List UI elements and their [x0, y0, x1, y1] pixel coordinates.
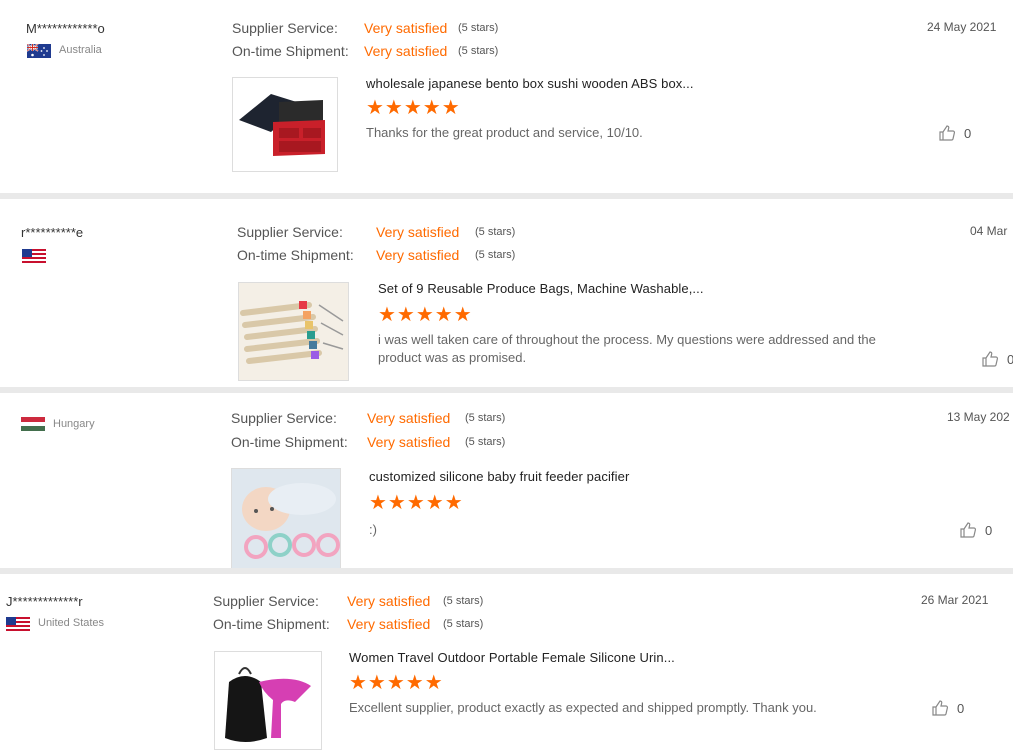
product-image[interactable]	[238, 282, 349, 381]
usa-flag-icon	[22, 249, 46, 263]
reviewer-country: Hungary	[53, 418, 95, 430]
ontime-shipment-label: On-time Shipment:	[232, 43, 349, 59]
product-title-link[interactable]: wholesale japanese bento box sushi woode…	[366, 76, 694, 91]
like-button[interactable]: 0	[931, 699, 964, 717]
review-date: 13 May 202	[947, 410, 1010, 424]
ontime-shipment-stars: (5 stars)	[443, 618, 484, 630]
review-date: 24 May 2021	[927, 20, 997, 34]
product-image[interactable]	[231, 468, 341, 568]
ontime-shipment-stars: (5 stars)	[458, 45, 499, 57]
supplier-service-rating: Very satisfied	[347, 593, 431, 609]
supplier-service-label: Supplier Service:	[237, 224, 343, 240]
ontime-shipment-stars: (5 stars)	[465, 436, 506, 448]
product-title-link[interactable]: customized silicone baby fruit feeder pa…	[369, 469, 629, 484]
product-title-link[interactable]: Women Travel Outdoor Portable Female Sil…	[349, 650, 675, 665]
star-rating: ★★★★★	[369, 492, 464, 514]
review-comment: Thanks for the great product and service…	[366, 125, 643, 140]
thumbs-up-icon	[932, 700, 949, 716]
like-button[interactable]: 0	[959, 521, 992, 539]
thumbs-up-icon	[939, 125, 956, 141]
thumbs-up-icon	[982, 351, 999, 367]
like-count: 0	[957, 700, 965, 716]
supplier-service-label: Supplier Service:	[231, 410, 337, 426]
supplier-service-label: Supplier Service:	[232, 20, 338, 36]
like-count: 0	[985, 522, 993, 538]
supplier-service-stars: (5 stars)	[458, 22, 499, 34]
ontime-shipment-rating: Very satisfied	[364, 43, 448, 59]
review-comment: :)	[369, 522, 377, 537]
review-date: 04 Mar	[970, 224, 1008, 238]
ontime-shipment-stars: (5 stars)	[475, 249, 516, 261]
product-title-link[interactable]: Set of 9 Reusable Produce Bags, Machine …	[378, 281, 704, 296]
reviewer-name: J*************r	[6, 594, 83, 609]
like-count: 0	[964, 125, 972, 141]
thumbs-up-icon	[960, 522, 977, 538]
supplier-service-label: Supplier Service:	[213, 593, 319, 609]
reviewer-name: M************o	[26, 21, 105, 36]
review-date: 26 Mar 2021	[921, 593, 989, 607]
supplier-service-stars: (5 stars)	[443, 595, 484, 607]
ontime-shipment-label: On-time Shipment:	[237, 247, 354, 263]
ontime-shipment-label: On-time Shipment:	[231, 434, 348, 450]
star-rating: ★★★★★	[378, 304, 473, 326]
supplier-service-stars: (5 stars)	[465, 412, 506, 424]
review-card: J*************r United States Supplier S…	[0, 574, 1013, 754]
australia-flag-icon	[27, 44, 51, 58]
product-image[interactable]	[214, 651, 322, 750]
ontime-shipment-rating: Very satisfied	[376, 247, 460, 263]
product-image[interactable]	[232, 77, 338, 172]
reviewer-country: Australia	[59, 44, 102, 56]
usa-flag-icon	[6, 617, 30, 631]
ontime-shipment-rating: Very satisfied	[347, 616, 431, 632]
like-count: 0	[1007, 351, 1013, 367]
review-card: r**********e Supplier Service: Very sati…	[0, 199, 1013, 387]
ontime-shipment-rating: Very satisfied	[367, 434, 451, 450]
reviewer-country: United States	[38, 617, 105, 629]
ontime-shipment-label: On-time Shipment:	[213, 616, 330, 632]
hungary-flag-icon	[21, 417, 45, 431]
supplier-service-rating: Very satisfied	[367, 410, 451, 426]
supplier-service-stars: (5 stars)	[475, 226, 516, 238]
supplier-service-rating: Very satisfied	[364, 20, 448, 36]
like-button[interactable]: 0	[981, 350, 1013, 368]
star-rating: ★★★★★	[366, 97, 461, 119]
supplier-service-rating: Very satisfied	[376, 224, 460, 240]
reviewer-name: r**********e	[21, 225, 84, 240]
star-rating: ★★★★★	[349, 672, 444, 694]
review-card: M************o Australia Supplier Servic…	[0, 0, 1013, 193]
review-comment: Excellent supplier, product exactly as e…	[349, 700, 817, 715]
like-button[interactable]: 0	[938, 124, 971, 142]
review-card: Hungary Supplier Service: Very satisfied…	[0, 393, 1013, 568]
review-comment: i was well taken care of throughout the …	[378, 332, 876, 365]
